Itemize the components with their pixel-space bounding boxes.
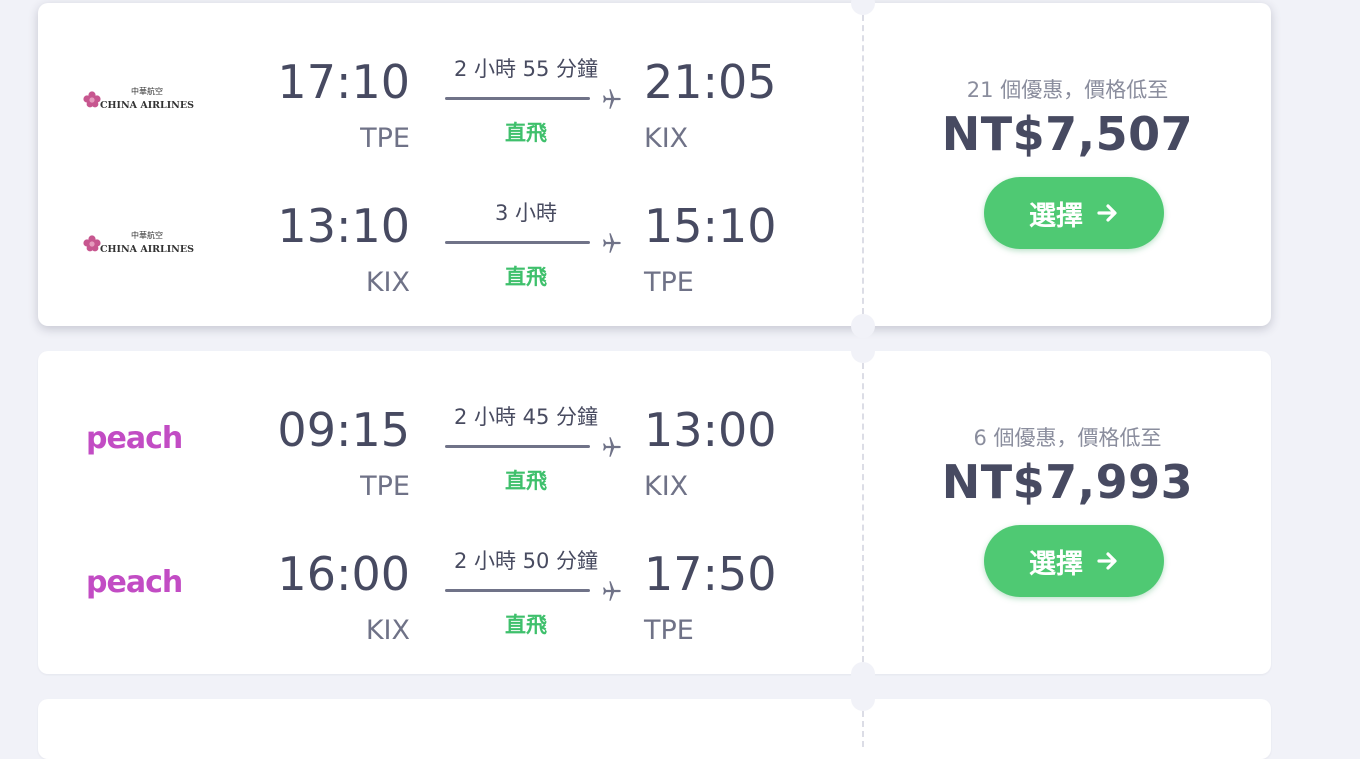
lowest-price: NT$7,507	[941, 107, 1194, 161]
depart-airport-code: TPE	[360, 123, 410, 154]
route-line	[445, 445, 590, 448]
airline-logo-china-airlines: 中華航空 CHINA AIRLINES	[78, 223, 198, 263]
arrive-airport-code: TPE	[644, 615, 694, 646]
stops-label: 直飛	[505, 469, 547, 493]
arrive-airport-code: TPE	[644, 267, 694, 298]
airline-logo-peach: peach	[86, 565, 206, 605]
flight-leg-return: 中華航空 CHINA AIRLINES 13:10 KIX 3 小時 直飛 15…	[38, 185, 858, 305]
stops-label: 直飛	[505, 121, 547, 145]
arrow-right-icon	[1097, 204, 1117, 222]
arrive-airport-code: KIX	[644, 123, 689, 154]
flight-result-card[interactable]: 中華航空 CHINA AIRLINES 17:10 TPE 2 小時 55 分鐘…	[38, 0, 1271, 338]
airline-logo-en-text: CHINA AIRLINES	[100, 100, 194, 111]
airline-logo-peach: peach	[86, 421, 206, 461]
flight-duration: 3 小時	[494, 201, 558, 225]
flight-duration: 2 小時 50 分鐘	[453, 549, 599, 573]
plane-icon	[603, 581, 621, 601]
stops-label: 直飛	[505, 265, 547, 289]
airline-logo-cn-text: 中華航空	[131, 230, 163, 240]
select-button-label: 選擇	[1029, 548, 1083, 580]
peach-logo-wordmark: peach	[86, 565, 183, 600]
flight-leg-outbound: peach 09:15 TPE 2 小時 45 分鐘 直飛 13:00 KIX	[38, 389, 858, 509]
plane-icon	[603, 437, 621, 457]
plum-blossom-icon: 中華航空 CHINA AIRLINES	[83, 230, 194, 255]
depart-time: 16:00	[277, 547, 410, 601]
arrive-time: 13:00	[644, 403, 777, 457]
arrive-time: 15:10	[644, 199, 777, 253]
flight-leg-outbound: 中華航空 CHINA AIRLINES 17:10 TPE 2 小時 55 分鐘…	[38, 41, 858, 161]
arrive-time: 17:50	[644, 547, 777, 601]
plum-blossom-icon: 中華航空 CHINA AIRLINES	[83, 86, 194, 111]
select-button-label: 選擇	[1029, 200, 1083, 232]
flight-leg-return: peach 16:00 KIX 2 小時 50 分鐘 直飛 17:50 TPE	[38, 533, 858, 653]
flight-duration: 2 小時 55 分鐘	[453, 57, 599, 81]
plane-icon	[603, 89, 621, 109]
flight-duration: 2 小時 45 分鐘	[453, 405, 599, 429]
select-button[interactable]: 選擇	[984, 177, 1164, 249]
flight-results-list: 中華航空 CHINA AIRLINES 17:10 TPE 2 小時 55 分鐘…	[0, 0, 1360, 759]
depart-airport-code: KIX	[365, 615, 410, 646]
plane-icon	[603, 233, 621, 253]
airline-logo-cn-text: 中華航空	[131, 86, 163, 96]
flight-result-card[interactable]: peach 09:15 TPE 2 小時 45 分鐘 直飛 13:00 KIX …	[38, 339, 1271, 686]
depart-time: 17:10	[277, 55, 410, 109]
ticket-divider	[862, 711, 864, 747]
stops-label: 直飛	[505, 613, 547, 637]
route-line	[445, 97, 590, 100]
lowest-price: NT$7,993	[941, 455, 1194, 509]
price-panel: 21 個優惠，價格低至 NT$7,507 選擇	[864, 3, 1271, 326]
route-line	[445, 589, 590, 592]
route-line	[445, 241, 590, 244]
airline-logo-en-text: CHINA AIRLINES	[100, 244, 194, 255]
airline-logo-china-airlines: 中華航空 CHINA AIRLINES	[78, 79, 198, 119]
flight-result-card[interactable]	[38, 687, 1271, 759]
depart-airport-code: TPE	[360, 471, 410, 502]
deals-count: 21 個優惠，價格低至	[966, 78, 1169, 102]
select-button[interactable]: 選擇	[984, 525, 1164, 597]
depart-airport-code: KIX	[365, 267, 410, 298]
arrive-time: 21:05	[644, 55, 777, 109]
peach-logo-wordmark: peach	[86, 421, 183, 456]
price-panel: 6 個優惠，價格低至 NT$7,993 選擇	[864, 351, 1271, 674]
deals-count: 6 個優惠，價格低至	[973, 426, 1162, 450]
depart-time: 09:15	[277, 403, 410, 457]
ticket-notch-top	[851, 687, 875, 711]
depart-time: 13:10	[277, 199, 410, 253]
arrow-right-icon	[1097, 552, 1117, 570]
arrive-airport-code: KIX	[644, 471, 689, 502]
